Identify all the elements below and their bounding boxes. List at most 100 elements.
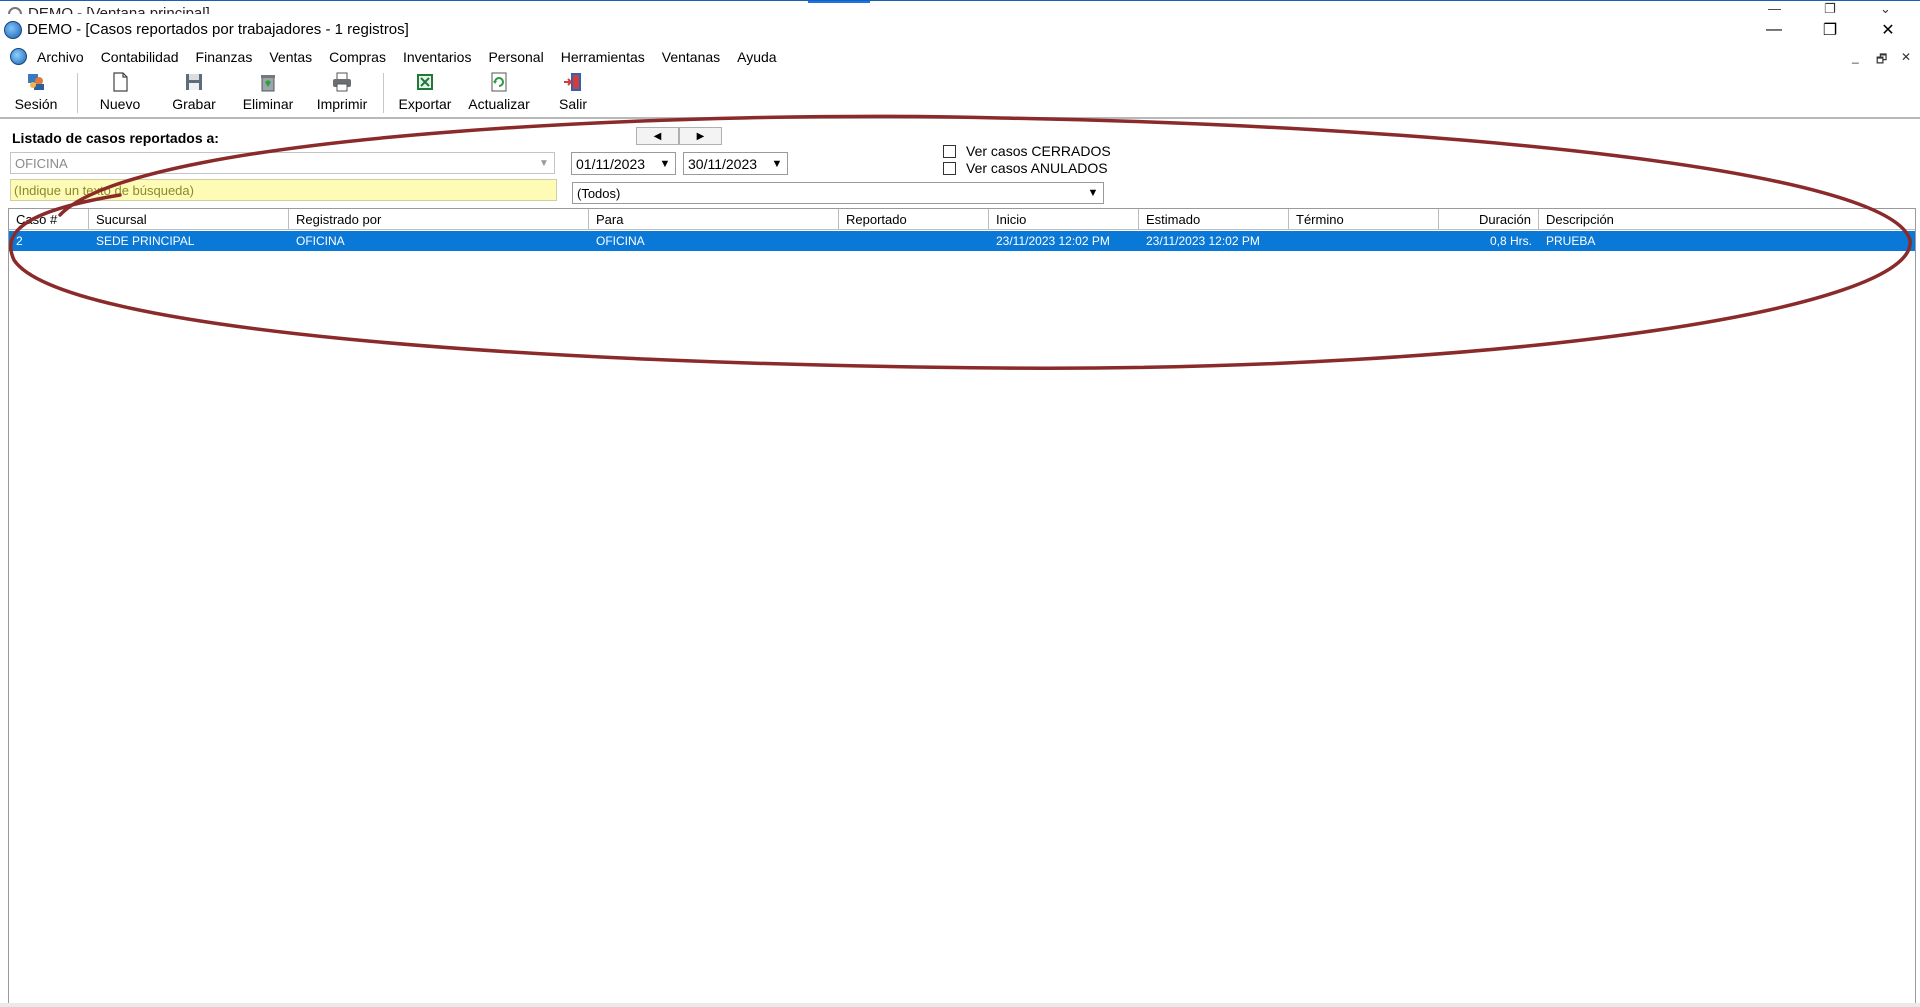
- window-title: DEMO - [Casos reportados por trabajadore…: [27, 21, 409, 38]
- app-globe-icon: [4, 21, 22, 39]
- column-header-descripcion[interactable]: Descripción: [1539, 209, 1915, 230]
- search-input[interactable]: [11, 180, 556, 200]
- column-header-duracion[interactable]: Duración: [1439, 209, 1539, 230]
- salir-label: Salir: [558, 96, 587, 112]
- cell-reportado: [839, 231, 989, 251]
- menu-bar: Archivo Contabilidad Finanzas Ventas Com…: [0, 46, 1920, 68]
- background-restore-icon[interactable]: ❐: [1824, 1, 1836, 14]
- exportar-label: Exportar: [398, 96, 452, 112]
- column-header-caso[interactable]: Caso #: [9, 209, 89, 230]
- restore-button[interactable]: ❐: [1802, 14, 1858, 46]
- cell-duracion: 0,8 Hrs.: [1489, 234, 1532, 248]
- grabar-button[interactable]: Grabar: [170, 71, 218, 115]
- menu-inventarios[interactable]: Inventarios: [403, 49, 471, 65]
- checkbox-box[interactable]: [943, 161, 956, 175]
- column-header-inicio[interactable]: Inicio: [989, 209, 1139, 230]
- menu-herramientas[interactable]: Herramientas: [561, 49, 645, 65]
- chevron-down-icon[interactable]: ▼: [534, 153, 554, 173]
- date-from-value: 01/11/2023: [576, 156, 646, 172]
- eliminar-label: Eliminar: [242, 96, 294, 112]
- date-to-value: 30/11/2023: [688, 156, 758, 172]
- exit-door-icon: [562, 71, 584, 93]
- menu-items: Archivo Contabilidad Finanzas Ventas Com…: [37, 49, 794, 65]
- filter-panel: Listado de casos reportados a: OFICINA ▼…: [0, 121, 1920, 207]
- checkbox-box[interactable]: [943, 144, 956, 158]
- column-header-estimado[interactable]: Estimado: [1139, 209, 1289, 230]
- column-header-registrado[interactable]: Registrado por: [289, 209, 589, 230]
- actualizar-label: Actualizar: [468, 96, 530, 112]
- cell-sucursal: SEDE PRINCIPAL: [96, 234, 195, 248]
- closed-cases-label[interactable]: Ver casos CERRADOS: [966, 143, 1111, 159]
- refresh-icon: [488, 71, 510, 93]
- cancelled-cases-checkbox[interactable]: Ver casos ANULADOS: [943, 160, 1108, 176]
- menu-globe-icon[interactable]: [10, 48, 27, 65]
- status-combo[interactable]: (Todos) ▼: [572, 182, 1104, 204]
- cell-inicio: 23/11/2023 12:02 PM: [996, 234, 1110, 248]
- cases-grid[interactable]: Caso # Sucursal Registrado por Para Repo…: [8, 208, 1916, 1006]
- cell-registrado: OFICINA: [296, 234, 345, 248]
- grid-header: Caso # Sucursal Registrado por Para Repo…: [9, 209, 1915, 230]
- background-tab-indicator: [808, 1, 870, 3]
- status-value: (Todos): [577, 186, 621, 201]
- menu-contabilidad[interactable]: Contabilidad: [101, 49, 179, 65]
- grabar-label: Grabar: [172, 96, 216, 112]
- background-minimize-icon[interactable]: —: [1768, 1, 1781, 14]
- window-titlebar: DEMO - [Casos reportados por trabajadore…: [0, 14, 1920, 46]
- imprimir-button[interactable]: Imprimir: [311, 71, 373, 115]
- window-bottom-edge: [0, 1003, 1920, 1007]
- column-header-reportado[interactable]: Reportado: [839, 209, 989, 230]
- nuevo-button[interactable]: Nuevo: [97, 71, 143, 115]
- sesion-label: Sesión: [14, 96, 58, 112]
- eliminar-button[interactable]: Eliminar: [239, 71, 297, 115]
- imprimir-label: Imprimir: [316, 96, 368, 112]
- cancelled-cases-label[interactable]: Ver casos ANULADOS: [966, 160, 1108, 176]
- background-close-icon[interactable]: ⌄: [1880, 1, 1891, 14]
- toolbar-separator: [77, 73, 78, 113]
- menu-archivo[interactable]: Archivo: [37, 49, 84, 65]
- chevron-down-icon[interactable]: ▼: [767, 153, 787, 174]
- cell-descripcion: PRUEBA: [1546, 234, 1596, 248]
- exportar-button[interactable]: Exportar: [396, 71, 454, 115]
- date-from-picker[interactable]: 01/11/2023 ▼: [571, 152, 676, 175]
- reported-to-combo[interactable]: OFICINA ▼: [10, 152, 555, 174]
- closed-cases-checkbox[interactable]: Ver casos CERRADOS: [943, 143, 1111, 159]
- save-icon: [183, 71, 205, 93]
- minimize-button[interactable]: —: [1746, 14, 1802, 46]
- mdi-close-button[interactable]: ✕: [1901, 50, 1911, 64]
- table-row[interactable]: 2 SEDE PRINCIPAL OFICINA OFICINA 23/11/2…: [9, 231, 1915, 251]
- search-field[interactable]: [10, 179, 557, 201]
- new-document-icon: [109, 71, 131, 93]
- cell-para: OFICINA: [596, 234, 645, 248]
- salir-button[interactable]: Salir: [556, 71, 590, 115]
- cell-termino: [1289, 231, 1439, 251]
- chevron-down-icon[interactable]: ▼: [1083, 183, 1103, 203]
- excel-export-icon: [414, 71, 436, 93]
- background-window-strip: DEMO - [Ventana principal] — ❐ ⌄: [0, 0, 1920, 14]
- menu-ayuda[interactable]: Ayuda: [737, 49, 776, 65]
- toolbar-separator: [383, 73, 384, 113]
- menu-compras[interactable]: Compras: [329, 49, 386, 65]
- column-header-sucursal[interactable]: Sucursal: [89, 209, 289, 230]
- previous-period-button[interactable]: ◀: [636, 127, 679, 145]
- menu-finanzas[interactable]: Finanzas: [196, 49, 253, 65]
- actualizar-button[interactable]: Actualizar: [465, 71, 533, 115]
- recycle-bin-icon: [257, 71, 279, 93]
- menu-personal[interactable]: Personal: [488, 49, 543, 65]
- mdi-minimize-button[interactable]: _: [1852, 50, 1859, 64]
- column-header-termino[interactable]: Término: [1289, 209, 1439, 230]
- close-button[interactable]: ✕: [1860, 14, 1916, 46]
- sesion-button[interactable]: Sesión: [14, 71, 58, 115]
- reported-to-value: OFICINA: [15, 156, 68, 171]
- date-to-picker[interactable]: 30/11/2023 ▼: [683, 152, 788, 175]
- column-header-para[interactable]: Para: [589, 209, 839, 230]
- mdi-restore-button[interactable]: 🗗: [1876, 50, 1887, 71]
- toolbar: Sesión Nuevo Grabar Eliminar Imprimir Ex…: [0, 69, 1920, 119]
- chevron-down-icon[interactable]: ▼: [655, 153, 675, 174]
- menu-ventanas[interactable]: Ventanas: [662, 49, 720, 65]
- menu-ventas[interactable]: Ventas: [269, 49, 312, 65]
- panel-title: Listado de casos reportados a:: [12, 130, 219, 146]
- cell-caso: 2: [16, 234, 23, 248]
- printer-icon: [331, 71, 353, 93]
- next-period-button[interactable]: ▶: [679, 127, 722, 145]
- background-app-icon: [8, 7, 22, 14]
